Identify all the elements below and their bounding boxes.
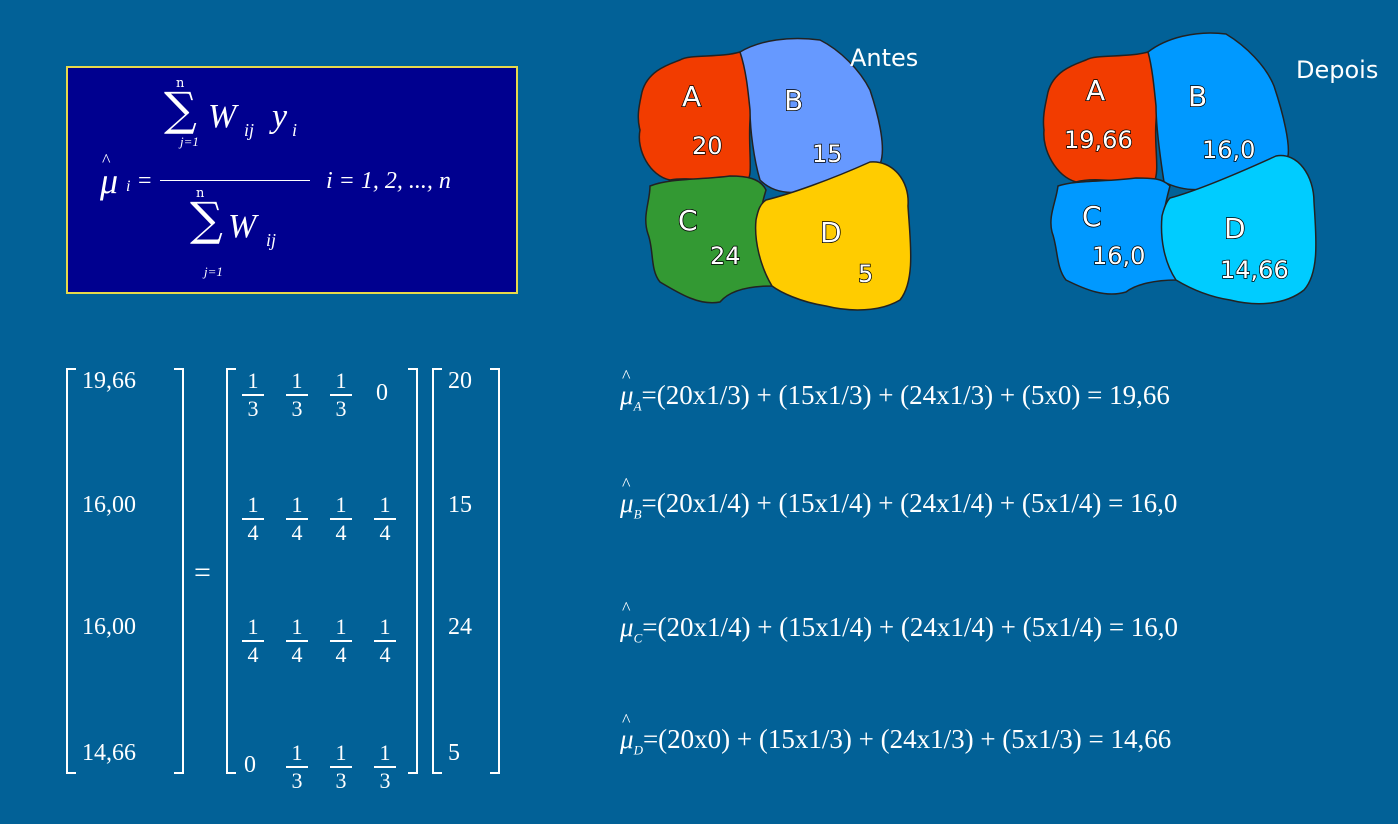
weight-numerator: 1 [374,616,396,642]
value-entry: 24 [448,614,472,640]
weight-denominator: 4 [335,520,347,545]
values-right-bracket [490,368,500,774]
weight-cell: 13 [374,742,396,792]
weight-cell: 0 [244,752,256,778]
mu-hat-b: ^ μB [620,474,642,522]
weight-numerator: 1 [242,616,264,642]
weight-numerator: 1 [330,370,352,396]
weight-denominator: 4 [379,642,391,667]
weight-cell: 13 [242,370,264,420]
mu-hat-c: ^ μC [620,598,643,646]
weight-denominator: 3 [335,768,347,793]
equation-a-expr: =(20x1/3) + (15x1/3) + (24x1/3) + (5x0) … [641,380,1170,410]
result-entry: 16,00 [82,614,136,640]
weight-numerator: 1 [330,742,352,768]
equation-b: ^ μB=(20x1/4) + (15x1/4) + (24x1/4) + (5x… [620,474,1178,522]
weight-numerator: 1 [242,494,264,520]
weight-denominator: 4 [247,520,259,545]
weight-denominator: 4 [291,520,303,545]
weights-right-bracket [408,368,418,774]
weight-denominator: 4 [291,642,303,667]
weight-denominator: 4 [247,642,259,667]
weight-numerator: 1 [330,616,352,642]
result-left-bracket [66,368,76,774]
weights-left-bracket [226,368,236,774]
weight-cell: 13 [286,370,308,420]
equation-c: ^ μC=(20x1/4) + (15x1/4) + (24x1/4) + (5x… [620,598,1179,646]
weight-cell: 14 [330,494,352,544]
equation-b-expr: =(20x1/4) + (15x1/4) + (24x1/4) + (5x1/4… [641,488,1178,518]
values-left-bracket [432,368,442,774]
weight-cell: 13 [330,742,352,792]
weight-numerator: 1 [242,370,264,396]
weight-cell: 14 [286,494,308,544]
weight-denominator: 3 [291,396,303,421]
weight-cell: 14 [374,616,396,666]
weight-cell: 14 [286,616,308,666]
weight-numerator: 1 [330,494,352,520]
value-entry: 20 [448,368,472,394]
weight-denominator: 4 [379,520,391,545]
result-entry: 19,66 [82,368,136,394]
weight-numerator: 1 [286,370,308,396]
value-entry: 15 [448,492,472,518]
mu-hat-d: ^ μD [620,710,643,758]
mu-hat-a: ^ μA [620,366,642,414]
equation-c-expr: =(20x1/4) + (15x1/4) + (24x1/4) + (5x1/4… [642,612,1179,642]
weight-cell: 14 [374,494,396,544]
weight-numerator: 1 [286,494,308,520]
weight-denominator: 3 [247,396,259,421]
value-entry: 5 [448,740,460,766]
equation-d-expr: =(20x0) + (15x1/3) + (24x1/3) + (5x1/3) … [642,724,1172,754]
weight-cell: 0 [376,380,388,406]
weight-cell: 13 [286,742,308,792]
weight-numerator: 1 [286,616,308,642]
weight-denominator: 3 [335,396,347,421]
result-right-bracket [174,368,184,774]
weight-cell: 14 [330,616,352,666]
result-entry: 14,66 [82,740,136,766]
weight-denominator: 3 [379,768,391,793]
result-entry: 16,00 [82,492,136,518]
weight-denominator: 4 [335,642,347,667]
equation-a: ^ μA=(20x1/3) + (15x1/3) + (24x1/3) + (5x… [620,366,1170,414]
weight-numerator: 1 [374,742,396,768]
weight-cell: 14 [242,616,264,666]
weight-numerator: 1 [286,742,308,768]
weight-cell: 14 [242,494,264,544]
weight-cell: 13 [330,370,352,420]
matrix-equals: = [194,556,211,589]
equation-d: ^ μD=(20x0) + (15x1/3) + (24x1/3) + (5x1/… [620,710,1172,758]
weight-numerator: 1 [374,494,396,520]
weight-denominator: 3 [291,768,303,793]
